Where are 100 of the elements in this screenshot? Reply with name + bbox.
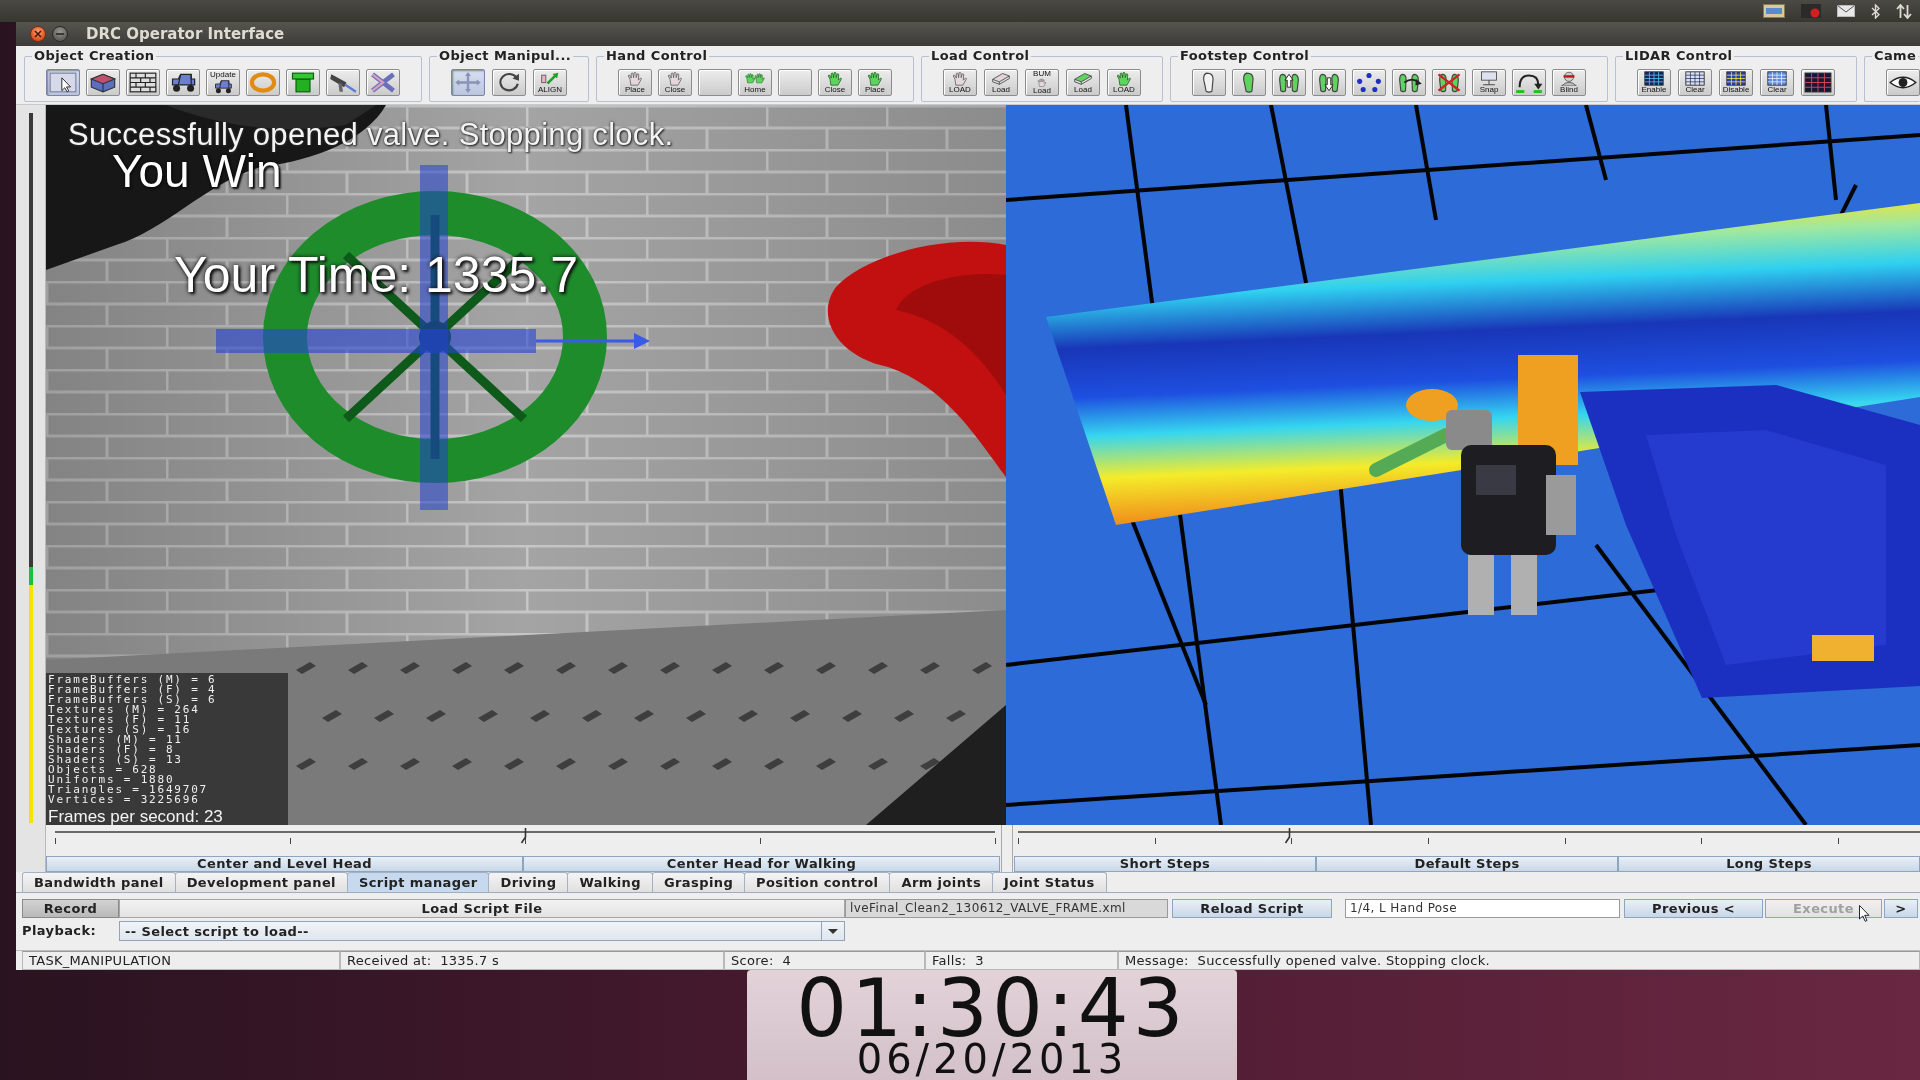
- toolbar-button[interactable]: Home: [738, 69, 772, 96]
- window-title: DRC Operator Interface: [86, 24, 285, 45]
- next-button[interactable]: >: [1884, 899, 1918, 918]
- result-text: You Win: [112, 151, 282, 191]
- toolbar-button[interactable]: BUM Load: [1025, 69, 1059, 96]
- toolbar-button[interactable]: [126, 69, 160, 96]
- stats-text: Vertices = 3225696: [48, 795, 201, 805]
- group-title: Object Creation: [32, 48, 157, 64]
- toolbar-button[interactable]: [1432, 69, 1466, 96]
- tab[interactable]: Bandwidth panel: [22, 872, 176, 892]
- stats-text: Textures (S) = 16: [48, 725, 193, 735]
- step-field[interactable]: 1/4, L Hand Pose: [1345, 899, 1620, 918]
- dots-icon: [1355, 72, 1383, 93]
- window-icon[interactable]: [1763, 4, 1785, 18]
- stats-text: Textures (F) = 11: [48, 715, 193, 725]
- minimize-button[interactable]: [52, 26, 68, 42]
- load-script-button[interactable]: Load Script File: [119, 899, 845, 918]
- hand-icon: [1036, 78, 1048, 87]
- crossed-feet-icon: [1435, 72, 1463, 93]
- stats-text: Shaders (M) = 11: [48, 735, 184, 745]
- toolbar-button[interactable]: Blind: [1552, 69, 1586, 96]
- preset-button[interactable]: Short Steps: [1014, 856, 1316, 872]
- hand-icon: [625, 71, 645, 86]
- stats-text: FrameBuffers (S) = 6: [48, 695, 218, 705]
- monitor-icon: [1479, 71, 1499, 86]
- toolbar-button[interactable]: [1352, 69, 1386, 96]
- fps-text: Frames per second: 23: [48, 807, 224, 825]
- toolbar-button[interactable]: ALIGN: [533, 69, 567, 96]
- clock-date: 06/20/2013: [856, 1042, 1128, 1076]
- toolbar-button[interactable]: [1392, 69, 1426, 96]
- reload-script-button[interactable]: Reload Script: [1172, 899, 1332, 918]
- toolbar-button[interactable]: Load: [1066, 69, 1100, 96]
- toolbar-button[interactable]: Update: [206, 69, 240, 96]
- ring-icon: [249, 72, 277, 93]
- toolbar-button[interactable]: Enable: [1637, 69, 1671, 96]
- tab[interactable]: Arm joints: [889, 872, 994, 892]
- toolbar-button[interactable]: Place: [858, 69, 892, 96]
- toolbar-button[interactable]: LOAD: [943, 69, 977, 96]
- hand-icon: [825, 71, 845, 86]
- tab[interactable]: Script manager: [347, 872, 490, 892]
- preset-button[interactable]: Long Steps: [1618, 856, 1920, 872]
- move-icon: [454, 72, 482, 93]
- grid-icon: [1644, 71, 1664, 86]
- group-title: Footstep Control: [1178, 48, 1312, 64]
- vertical-slider[interactable]: [28, 113, 33, 823]
- toolbar-button[interactable]: [1886, 69, 1920, 96]
- toolbar-button[interactable]: Close: [818, 69, 852, 96]
- stats-text: Triangles = 1649707: [48, 785, 210, 795]
- toolbar-button[interactable]: Clear: [1760, 69, 1794, 96]
- toolbar-button[interactable]: Close: [658, 69, 692, 96]
- toolbar-button[interactable]: [1312, 69, 1346, 96]
- preset-button[interactable]: Center and Level Head: [46, 856, 523, 872]
- toolbar-button[interactable]: Snap: [1472, 69, 1506, 96]
- toolbar-button[interactable]: Load: [984, 69, 1018, 96]
- toolbar-button[interactable]: [166, 69, 200, 96]
- slider-thumb[interactable]: [1283, 828, 1292, 844]
- grid-icon: [1767, 71, 1787, 86]
- toolbar-button[interactable]: [1272, 69, 1306, 96]
- toolbar-button[interactable]: [1512, 69, 1546, 96]
- slider-thumb[interactable]: [520, 828, 528, 844]
- previous-button[interactable]: Previous <: [1624, 899, 1763, 918]
- tab[interactable]: Walking: [567, 872, 653, 892]
- tab[interactable]: Driving: [488, 872, 569, 892]
- head-icon: [1559, 71, 1579, 86]
- mail-icon[interactable]: [1837, 5, 1855, 17]
- stats-text: FrameBuffers (F) = 4: [48, 685, 218, 695]
- hand-icon: [865, 71, 885, 86]
- preset-button[interactable]: Default Steps: [1316, 856, 1618, 872]
- status-cell: Message: Successfully opened valve. Stopping clock.: [1118, 951, 1920, 970]
- toolbar-button[interactable]: Place: [618, 69, 652, 96]
- toolbar-button[interactable]: [1232, 69, 1266, 96]
- mouse-cursor-icon: [1859, 905, 1870, 922]
- status-cell: TASK_MANIPULATION: [22, 951, 340, 970]
- toolbar-button[interactable]: Disable: [1719, 69, 1753, 96]
- block-icon: [991, 71, 1011, 86]
- tab[interactable]: Position control: [744, 872, 891, 892]
- network-icon[interactable]: [1896, 3, 1912, 19]
- toolbar-button[interactable]: Clear: [1678, 69, 1712, 96]
- bluetooth-icon[interactable]: [1871, 3, 1880, 19]
- script-select[interactable]: -- Select script to load--: [119, 921, 845, 941]
- toolbar-button[interactable]: LOAD: [1107, 69, 1141, 96]
- toolbar-button[interactable]: [86, 69, 120, 96]
- toolbar-button[interactable]: [492, 69, 526, 96]
- file-field[interactable]: lveFinal_Clean2_130612_VALVE_FRAME.xml: [845, 899, 1168, 918]
- toolbar-button[interactable]: [1192, 69, 1226, 96]
- tab[interactable]: Joint Status: [992, 872, 1107, 892]
- stats-text: Uniforms = 1880: [48, 775, 175, 785]
- toolbar-button[interactable]: [286, 69, 320, 96]
- status-cell: Falls: 3: [925, 951, 1118, 970]
- close-button[interactable]: [30, 26, 46, 42]
- preset-button[interactable]: Center Head for Walking: [523, 856, 1000, 872]
- tab[interactable]: Development panel: [174, 872, 348, 892]
- grid-icon: [1726, 71, 1746, 86]
- toolbar-button[interactable]: [326, 69, 360, 96]
- status-message: Successfully opened valve. Stopping clock.: [68, 119, 674, 151]
- arrow-icon: [540, 71, 560, 86]
- record-button[interactable]: Record: [22, 899, 119, 918]
- toolbar-button[interactable]: [1801, 69, 1835, 96]
- tab[interactable]: Grasping: [652, 872, 746, 892]
- status-icon[interactable]: [1801, 4, 1821, 18]
